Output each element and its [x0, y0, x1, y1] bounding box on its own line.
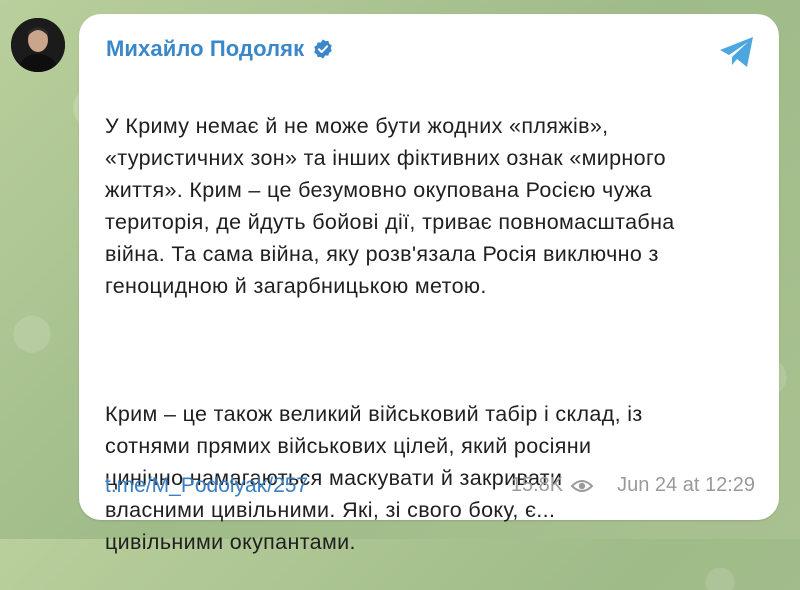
message-header: Михайло Подоляк [106, 36, 334, 62]
telegram-share-icon[interactable] [717, 34, 757, 70]
view-count: 15.8K [510, 474, 564, 496]
post-link[interactable]: t.me/M_Podolyak/257 [105, 474, 308, 498]
message-text: У Криму немає й не може бути жодних «пля… [105, 78, 755, 590]
message-meta: 15.8K Jun 24 at 12:29 [511, 474, 755, 497]
avatar-image [11, 18, 65, 72]
verified-badge-icon [314, 39, 332, 59]
message-paragraph-1: У Криму немає й не може бути жодних «пля… [105, 114, 675, 298]
eye-icon [571, 479, 594, 492]
post-timestamp: Jun 24 at 12:29 [617, 474, 755, 496]
author-name[interactable]: Михайло Подоляк [106, 36, 304, 62]
message-bubble: Михайло Подоляк У Криму немає й не може … [79, 14, 779, 554]
author-avatar[interactable] [11, 18, 65, 72]
